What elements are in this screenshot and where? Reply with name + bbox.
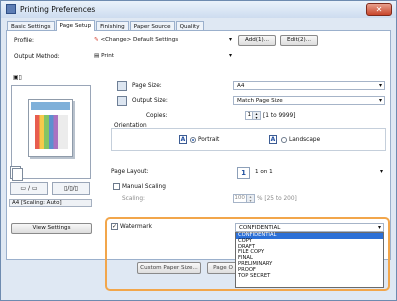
copies-value: 1	[247, 112, 251, 118]
spin-arrows-icon[interactable]: ▴ ▾	[246, 195, 254, 202]
printer-icon	[6, 4, 16, 14]
landscape-radio[interactable]	[281, 137, 287, 143]
output-size-select[interactable]: Match Page Size ▾	[233, 96, 385, 105]
preview-status: A4 [Scaling: Auto]	[9, 199, 92, 207]
profile-select[interactable]: ✎ <Change> Default Settings ▾	[91, 36, 234, 45]
title-bar: Printing Preferences ✕	[1, 1, 396, 18]
chevron-down-icon: ▾	[378, 97, 382, 104]
portrait-icon: A	[179, 135, 187, 144]
watermark-select[interactable]: CONFIDENTIAL ▾	[235, 223, 384, 232]
scaling-label: Scaling:	[122, 196, 145, 202]
layout-order-icons[interactable]: ▯∕▯∕▯	[52, 182, 90, 195]
page-layout-label: Page Layout:	[111, 169, 149, 175]
paper-image-stripes	[35, 115, 68, 149]
output-method-label: Output Method:	[14, 54, 60, 60]
close-button[interactable]: ✕	[366, 3, 392, 16]
manual-scaling-checkbox[interactable]	[113, 183, 120, 190]
page-size-select[interactable]: A4 ▾	[233, 81, 385, 90]
output-method-select[interactable]: ▤ Print ▾	[91, 52, 234, 61]
output-size-value: Match Page Size	[237, 98, 283, 104]
window-title: Printing Preferences	[20, 5, 96, 14]
profile-value: <Change> Default Settings	[100, 37, 179, 43]
printing-preferences-window: Printing Preferences ✕ Basic Settings Pa…	[0, 0, 397, 301]
portrait-radio[interactable]	[190, 137, 196, 143]
output-size-icon	[117, 96, 127, 106]
landscape-icon: A	[269, 135, 277, 144]
add-profile-button[interactable]: Add(1)...	[238, 35, 276, 46]
pages-stack-icon	[10, 166, 23, 181]
chevron-down-icon: ▾	[378, 82, 382, 89]
portrait-label: Portrait	[198, 137, 220, 143]
preview-view-icons: ▣▯	[13, 75, 22, 81]
chevron-down-icon: ▾	[377, 224, 381, 231]
copies-range: [1 to 9999]	[263, 113, 296, 119]
profile-label: Profile:	[14, 38, 34, 44]
scaling-range: % [25 to 200]	[257, 196, 297, 202]
chevron-down-icon: ▾	[228, 52, 232, 59]
watermark-option[interactable]: TOP SECRET	[236, 273, 383, 280]
watermark-dropdown-list: CONFIDENTIAL COPY DRAFT FILE COPY FINAL …	[235, 232, 384, 288]
scaling-stepper[interactable]: 100 ▴ ▾	[233, 194, 255, 203]
paper-preview	[28, 99, 73, 157]
page-size-icon	[117, 81, 127, 91]
copies-label: Copies:	[146, 113, 168, 119]
watermark-value: CONFIDENTIAL	[239, 225, 281, 231]
copies-stepper[interactable]: 1 ▴ ▾	[245, 111, 261, 120]
watermark-label: Watermark	[120, 224, 152, 230]
output-size-label: Output Size:	[132, 98, 168, 104]
page-layout-value: 1 on 1	[255, 169, 273, 175]
page-layout-icon: 1	[237, 167, 250, 179]
chevron-down-icon: ▾	[228, 36, 232, 43]
watermark-checkbox[interactable]: ✓	[111, 223, 118, 230]
binding-icons[interactable]: ▭ ∕ ▭	[10, 182, 48, 195]
view-settings-button[interactable]: View Settings	[11, 223, 92, 234]
scaling-value: 100	[234, 195, 245, 201]
landscape-label: Landscape	[289, 137, 321, 143]
print-icon: ▤	[94, 53, 100, 59]
chevron-down-icon: ▾	[379, 168, 383, 175]
manual-scaling-label: Manual Scaling	[122, 184, 166, 190]
page-layout-select[interactable]: 1 on 1 ▾	[252, 168, 385, 177]
edit-profile-button[interactable]: Edit(2)...	[280, 35, 318, 46]
tab-page-setup[interactable]: Page Setup	[55, 20, 96, 31]
page-size-value: A4	[237, 83, 245, 89]
output-method-value: Print	[101, 53, 114, 59]
page-size-label: Page Size:	[132, 83, 162, 89]
spin-arrows-icon[interactable]: ▴ ▾	[252, 112, 260, 119]
paper-header-band	[31, 102, 70, 110]
pencil-icon: ✎	[94, 37, 99, 43]
orientation-group	[111, 128, 386, 151]
